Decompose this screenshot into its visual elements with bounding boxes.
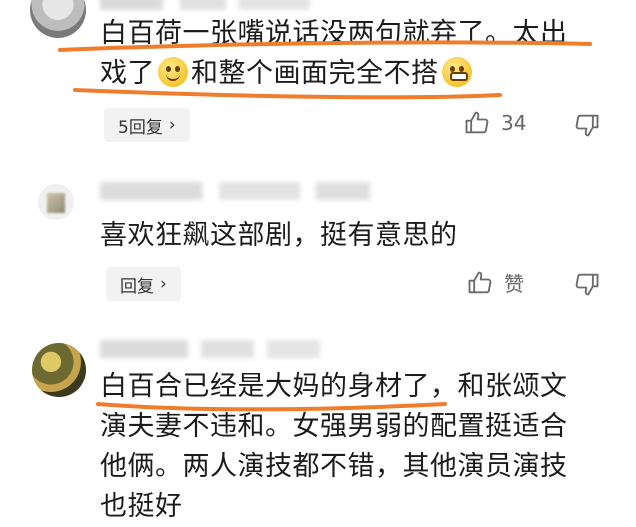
- avatar[interactable]: [30, 0, 86, 38]
- chevron-right-icon: ›: [168, 115, 176, 135]
- comment-line: 也挺好: [100, 491, 183, 522]
- grimacing-face-icon: [441, 57, 472, 87]
- like-button[interactable]: 34: [463, 109, 526, 137]
- thumbs-up-icon: [468, 271, 492, 293]
- reply-label: 5回复: [118, 117, 163, 138]
- like-button[interactable]: 赞: [466, 268, 524, 297]
- avatar[interactable]: [38, 184, 74, 220]
- thumbs-down-icon[interactable]: [573, 270, 601, 298]
- like-label: 赞: [504, 272, 524, 296]
- comment-line: 白百合已经是大妈的身材了，和张颂文: [100, 371, 568, 402]
- blurred-username: [100, 182, 370, 200]
- comment-line: 喜欢狂飙这部剧，挺有意思的: [100, 220, 458, 251]
- blurred-username: [100, 0, 310, 10]
- comment-fragment: 戏了: [100, 58, 155, 89]
- comment-text: 喜欢狂飙这部剧，挺有意思的: [100, 216, 620, 256]
- comment-line: 他俩。两人演技都不错，其他演员演技: [100, 451, 568, 482]
- thumbs-up-icon: [465, 111, 489, 134]
- comment-line: 戏了 和整个画面完全不搭: [100, 54, 620, 94]
- comment-text: 白百荷一张嘴说话没两句就弃了。太出 戏了 和整个画面完全不搭: [100, 14, 620, 94]
- reply-button[interactable]: 回复 ›: [106, 267, 181, 301]
- comment-fragment: 和整个画面完全不搭: [191, 58, 439, 89]
- chevron-right-icon: ›: [160, 274, 167, 294]
- like-count: 34: [501, 111, 527, 135]
- comment-text: 白百合已经是大妈的身材了，和张颂文 演夫妻不违和。女强男弱的配置挺适合 他俩。两…: [100, 367, 620, 527]
- avatar[interactable]: [32, 343, 86, 397]
- reply-label: 回复: [120, 276, 154, 297]
- comment-line: 演夫妻不违和。女强男弱的配置挺适合: [100, 411, 568, 442]
- replies-button[interactable]: 5回复 ›: [104, 108, 190, 142]
- thumbs-down-icon[interactable]: [573, 111, 601, 139]
- grinning-face-icon: [158, 57, 188, 87]
- blurred-username: [100, 340, 320, 358]
- comment-line: 白百荷一张嘴说话没两句就弃了。太出: [100, 18, 568, 49]
